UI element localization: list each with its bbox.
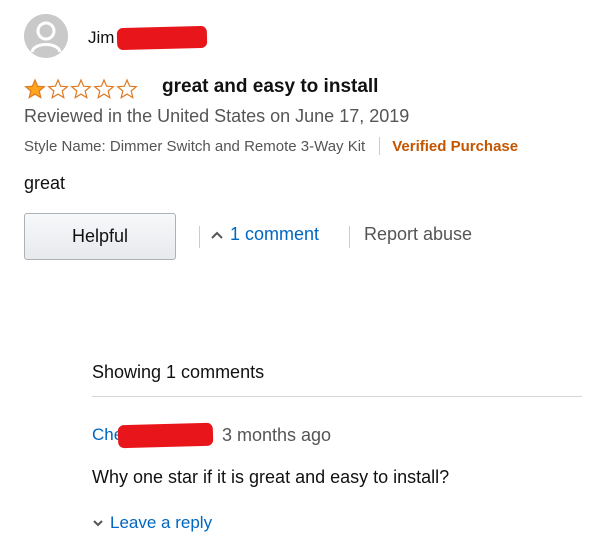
divider [92, 396, 582, 397]
comment-timestamp: 3 months ago [222, 425, 332, 445]
caret-down-icon [93, 520, 103, 527]
avatar [24, 14, 68, 58]
divider [199, 226, 200, 248]
reviewer-name[interactable]: Jim [88, 28, 114, 48]
style-name[interactable]: Style Name: Dimmer Switch and Remote 3-W… [24, 138, 365, 155]
comment-link[interactable]: 1 comment [210, 224, 319, 245]
comment-text: Why one star if it is great and easy to … [92, 467, 450, 487]
verified-purchase-badge: Verified Purchase [392, 137, 519, 155]
avatar-icon [24, 14, 68, 58]
helpful-button[interactable]: Helpful [24, 213, 176, 260]
comments-header: Showing 1 comments [92, 362, 265, 382]
star-icon [116, 78, 138, 99]
divider [379, 137, 381, 155]
leave-reply-link[interactable]: Leave a reply [92, 513, 212, 533]
comment-link-label: 1 comment [230, 224, 320, 244]
star-icon [93, 78, 115, 99]
redaction-mark [117, 422, 214, 449]
divider [349, 226, 350, 248]
star-icon [47, 78, 69, 99]
report-abuse-link[interactable]: Report abuse [364, 224, 472, 245]
review-meta: Style Name: Dimmer Switch and Remote 3-W… [24, 137, 518, 155]
leave-reply-label: Leave a reply [110, 513, 213, 532]
review-date: Reviewed in the United States on June 17… [24, 106, 410, 126]
star-icon [70, 78, 92, 99]
review-body: great [24, 173, 66, 193]
redaction-mark [116, 25, 208, 51]
star-rating [24, 78, 138, 100]
star-icon [24, 78, 46, 99]
caret-up-icon [211, 231, 223, 239]
review-title[interactable]: great and easy to install [162, 76, 378, 98]
